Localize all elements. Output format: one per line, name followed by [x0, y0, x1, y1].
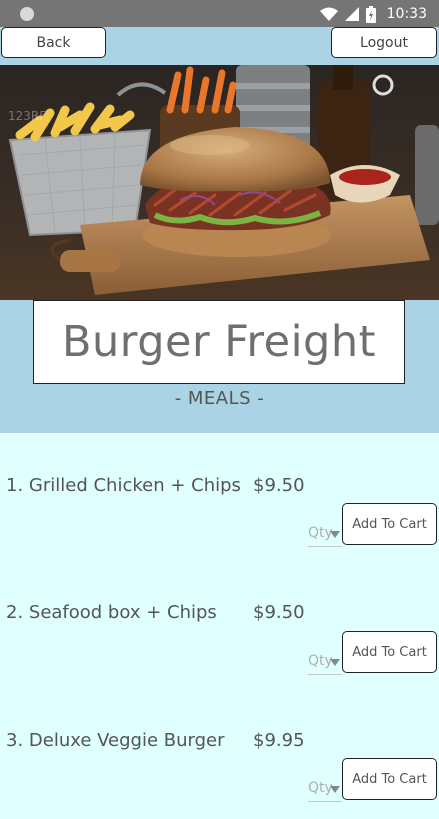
qty-dropdown[interactable]: Qty [308, 780, 342, 802]
signal-icon [344, 7, 359, 21]
status-icons: 10:33 [319, 5, 427, 23]
add-to-cart-button[interactable]: Add To Cart [342, 503, 437, 545]
menu-item-name: 3. Deluxe Veggie Burger [6, 730, 225, 751]
wifi-icon [319, 7, 338, 21]
burger-photo: 123RF [0, 65, 439, 300]
svg-text:123RF: 123RF [8, 109, 46, 123]
menu-item-price: $9.50 [253, 475, 305, 496]
section-subtitle: - MEALS - [174, 388, 265, 409]
qty-dropdown[interactable]: Qty [308, 653, 342, 675]
app-bar: Back Logout [0, 27, 439, 65]
add-to-cart-button[interactable]: Add To Cart [342, 758, 437, 800]
menu-item-price: $9.50 [253, 602, 305, 623]
dropdown-arrow-icon [330, 786, 340, 793]
back-button[interactable]: Back [1, 27, 106, 58]
dropdown-arrow-icon [330, 531, 340, 538]
brand-title-box: Burger Freight [33, 300, 405, 384]
battery-icon [365, 5, 376, 23]
hero-image: 123RF [0, 65, 439, 300]
title-band: Burger Freight - MEALS - [0, 300, 439, 433]
menu-item-name: 2. Seafood box + Chips [6, 602, 217, 623]
status-bar: 10:33 [0, 0, 439, 27]
menu-item-name: 1. Grilled Chicken + Chips [6, 475, 241, 496]
qty-dropdown[interactable]: Qty [308, 525, 342, 547]
status-time: 10:33 [386, 6, 427, 22]
add-to-cart-button[interactable]: Add To Cart [342, 631, 437, 673]
dropdown-arrow-icon [330, 659, 340, 666]
notification-dot-icon [20, 7, 34, 21]
menu-list: 1. Grilled Chicken + Chips $9.50 Qty Add… [0, 433, 439, 819]
logout-button[interactable]: Logout [331, 27, 437, 58]
brand-title: Burger Freight [62, 317, 376, 367]
menu-item-price: $9.95 [253, 730, 305, 751]
